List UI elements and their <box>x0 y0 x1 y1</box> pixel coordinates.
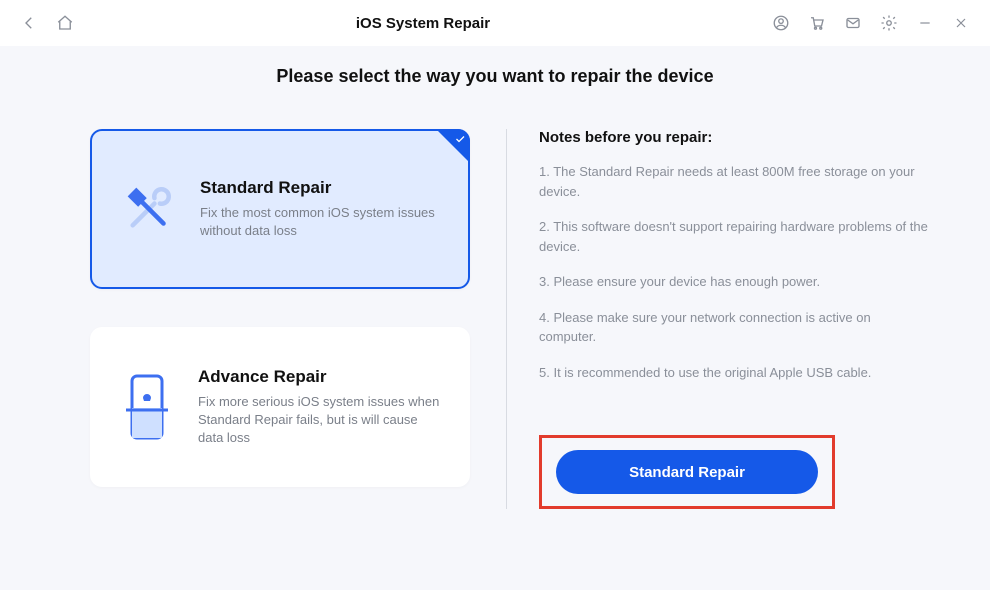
note-item: 2. This software doesn't support repairi… <box>539 217 930 256</box>
close-button[interactable] <box>946 8 976 38</box>
content-area: Standard Repair Fix the most common iOS … <box>0 129 990 509</box>
options-column: Standard Repair Fix the most common iOS … <box>90 129 470 509</box>
standard-repair-title: Standard Repair <box>200 178 442 198</box>
option-advance-repair[interactable]: Advance Repair Fix more serious iOS syst… <box>90 327 470 487</box>
primary-action-highlight: Standard Repair <box>539 435 835 509</box>
vertical-divider <box>506 129 507 509</box>
user-icon <box>772 14 790 32</box>
standard-repair-text: Standard Repair Fix the most common iOS … <box>200 178 442 240</box>
selected-indicator <box>436 129 470 163</box>
notes-title: Notes before you repair: <box>539 129 930 146</box>
cart-button[interactable] <box>802 8 832 38</box>
window-title: iOS System Repair <box>356 15 490 32</box>
standard-repair-icon-slot <box>118 178 180 240</box>
account-button[interactable] <box>766 8 796 38</box>
advance-repair-icon-slot <box>116 376 178 438</box>
option-standard-repair[interactable]: Standard Repair Fix the most common iOS … <box>90 129 470 289</box>
titlebar: iOS System Repair <box>0 0 990 46</box>
mail-icon <box>844 14 862 32</box>
standard-repair-desc: Fix the most common iOS system issues wi… <box>200 204 442 240</box>
mail-button[interactable] <box>838 8 868 38</box>
notes-column: Notes before you repair: 1. The Standard… <box>539 129 930 509</box>
notes-list: 1. The Standard Repair needs at least 80… <box>539 162 930 398</box>
check-icon <box>454 133 466 145</box>
minimize-icon <box>917 15 933 31</box>
cart-icon <box>808 14 826 32</box>
advance-repair-desc: Fix more serious iOS system issues when … <box>198 393 444 448</box>
settings-button[interactable] <box>874 8 904 38</box>
arrow-left-icon <box>20 14 38 32</box>
titlebar-right <box>766 8 976 38</box>
advance-repair-title: Advance Repair <box>198 367 444 387</box>
close-icon <box>953 15 969 31</box>
wrench-screwdriver-icon <box>120 180 178 238</box>
home-button[interactable] <box>50 8 80 38</box>
note-item: 3. Please ensure your device has enough … <box>539 272 930 292</box>
home-icon <box>56 14 74 32</box>
note-item: 4. Please make sure your network connect… <box>539 308 930 347</box>
gear-icon <box>880 14 898 32</box>
page-subtitle: Please select the way you want to repair… <box>0 66 990 87</box>
advance-repair-text: Advance Repair Fix more serious iOS syst… <box>198 367 444 448</box>
minimize-button[interactable] <box>910 8 940 38</box>
phone-scan-icon <box>122 372 172 442</box>
note-item: 5. It is recommended to use the original… <box>539 363 930 383</box>
titlebar-left <box>14 8 80 38</box>
note-item: 1. The Standard Repair needs at least 80… <box>539 162 930 201</box>
back-button[interactable] <box>14 8 44 38</box>
standard-repair-button[interactable]: Standard Repair <box>556 450 818 494</box>
